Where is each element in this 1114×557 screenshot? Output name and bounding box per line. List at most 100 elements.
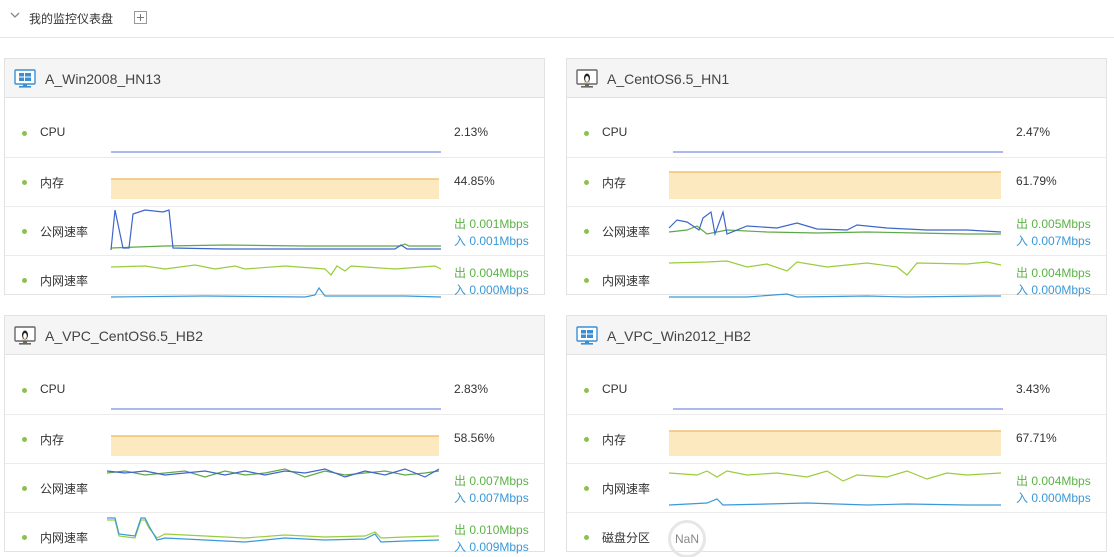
metric-label: 内存 [602, 433, 627, 447]
outbound-rate: 出 0.007Mbps [454, 474, 529, 488]
metric-label: CPU [40, 382, 66, 396]
metric-value: 58.56% [454, 431, 495, 445]
status-dot [584, 486, 589, 491]
network-sparkline[interactable] [105, 514, 441, 557]
memory-sparkline[interactable] [105, 416, 441, 463]
cpu-sparkline[interactable] [667, 367, 1003, 414]
windows-monitor-icon [14, 69, 36, 89]
metric-label: 公网速率 [40, 225, 89, 239]
metric-label: 公网速率 [40, 482, 89, 496]
server-card-header[interactable]: A_CentOS6.5_HN1 [567, 59, 1106, 98]
status-dot [22, 131, 27, 136]
status-dot [584, 131, 589, 136]
server-card-header[interactable]: A_Win2008_HN13 [5, 59, 544, 98]
metric-row-mem: 内存 58.56% [5, 415, 544, 464]
status-dot [22, 278, 27, 283]
metric-row-disk: 磁盘分区 NaN [567, 513, 1106, 557]
inbound-rate: 入 0.000Mbps [454, 283, 529, 297]
outbound-rate: 出 0.004Mbps [1016, 474, 1091, 488]
metric-value: 61.79% [1016, 174, 1057, 188]
metric-row-net: 公网速率 出 0.001Mbps 入 0.001Mbps [5, 207, 544, 256]
network-sparkline[interactable] [105, 208, 441, 255]
server-name[interactable]: A_CentOS6.5_HN1 [607, 71, 729, 87]
network-sparkline[interactable] [667, 208, 1003, 255]
metric-label: 内存 [40, 433, 65, 447]
inbound-rate: 入 0.007Mbps [454, 491, 529, 505]
memory-sparkline[interactable] [105, 159, 441, 206]
memory-sparkline[interactable] [667, 416, 1003, 463]
metric-value: 3.43% [1016, 382, 1051, 396]
metric-row-cpu: CPU 2.83% [5, 366, 544, 415]
server-card: A_Win2008_HN13 CPU 2.13% 内存 44.85% 公网速率出 0.0… [4, 58, 545, 298]
network-sparkline[interactable] [667, 257, 1003, 304]
add-widget-button[interactable] [134, 11, 147, 24]
metric-label: 内网速率 [602, 274, 651, 288]
outbound-rate: 出 0.010Mbps [454, 523, 529, 537]
server-card: A_VPC_CentOS6.5_HB2 CPU 2.83% 内存 58.56% 公网速率… [4, 315, 545, 554]
metric-row-net: 公网速率 出 0.005Mbps 入 0.007Mbps [567, 207, 1106, 256]
metric-label: CPU [602, 125, 628, 139]
metric-row-net: 公网速率 出 0.007Mbps 入 0.007Mbps [5, 464, 544, 513]
cpu-sparkline[interactable] [105, 110, 441, 157]
metric-row-cpu: CPU 3.43% [567, 366, 1106, 415]
memory-sparkline[interactable] [667, 159, 1003, 206]
metric-value: 2.83% [454, 382, 489, 396]
linux-penguin-monitor-icon [14, 326, 36, 346]
inbound-rate: 入 0.009Mbps [454, 540, 529, 554]
status-dot [584, 535, 589, 540]
windows-monitor-icon [576, 326, 598, 346]
metric-label: 磁盘分区 [602, 531, 651, 545]
outbound-rate: 出 0.005Mbps [1016, 217, 1091, 231]
metric-row-net: 内网速率 出 0.004Mbps 入 0.000Mbps [5, 256, 544, 305]
inbound-rate: 入 0.000Mbps [1016, 283, 1091, 297]
metric-value: 44.85% [454, 174, 495, 188]
metric-label: 内网速率 [602, 482, 651, 496]
server-card-header[interactable]: A_VPC_CentOS6.5_HB2 [5, 316, 544, 355]
server-name[interactable]: A_VPC_Win2012_HB2 [607, 328, 751, 344]
status-dot [584, 278, 589, 283]
metric-value: 2.13% [454, 125, 489, 139]
chevron-down-icon[interactable] [9, 9, 21, 21]
metric-label: CPU [602, 382, 628, 396]
network-sparkline[interactable] [105, 465, 441, 512]
status-dot [22, 388, 27, 393]
server-name[interactable]: A_Win2008_HN13 [45, 71, 161, 87]
metric-value: 67.71% [1016, 431, 1057, 445]
metric-label: CPU [40, 125, 66, 139]
metric-row-net: 内网速率 出 0.004Mbps 入 0.000Mbps [567, 464, 1106, 513]
server-card: A_VPC_Win2012_HB2 CPU 3.43% 内存 67.71% 内网速率 出 … [566, 315, 1107, 557]
status-dot [22, 180, 27, 185]
dashboard-title: 我的监控仪表盘 [29, 12, 114, 26]
status-dot [22, 229, 27, 234]
dashboard-header: 我的监控仪表盘 [0, 0, 1114, 38]
network-sparkline[interactable] [105, 257, 441, 304]
status-dot [584, 229, 589, 234]
outbound-rate: 出 0.004Mbps [1016, 266, 1091, 280]
linux-penguin-monitor-icon [576, 69, 598, 89]
network-sparkline[interactable] [667, 465, 1003, 512]
status-dot [584, 388, 589, 393]
metric-row-cpu: CPU 2.13% [5, 109, 544, 158]
metric-row-mem: 内存 67.71% [567, 415, 1106, 464]
cpu-sparkline[interactable] [667, 110, 1003, 157]
server-card: A_CentOS6.5_HN1 CPU 2.47% 内存 61.79% 公网速率出 0.… [566, 58, 1107, 298]
disk-usage-gauge[interactable]: NaN [668, 520, 706, 557]
status-dot [584, 180, 589, 185]
metric-label: 公网速率 [602, 225, 651, 239]
metric-row-cpu: CPU 2.47% [567, 109, 1106, 158]
server-card-header[interactable]: A_VPC_Win2012_HB2 [567, 316, 1106, 355]
metric-label: 内存 [602, 176, 627, 190]
cpu-sparkline[interactable] [105, 367, 441, 414]
inbound-rate: 入 0.001Mbps [454, 234, 529, 248]
metric-row-net: 内网速率 出 0.010Mbps 入 0.009Mbps [5, 513, 544, 557]
status-dot [22, 535, 27, 540]
outbound-rate: 出 0.001Mbps [454, 217, 529, 231]
inbound-rate: 入 0.007Mbps [1016, 234, 1091, 248]
metric-label: 内网速率 [40, 531, 89, 545]
metric-label: 内网速率 [40, 274, 89, 288]
server-name[interactable]: A_VPC_CentOS6.5_HB2 [45, 328, 203, 344]
status-dot [22, 437, 27, 442]
metric-row-mem: 内存 61.79% [567, 158, 1106, 207]
metric-value: 2.47% [1016, 125, 1051, 139]
status-dot [22, 486, 27, 491]
